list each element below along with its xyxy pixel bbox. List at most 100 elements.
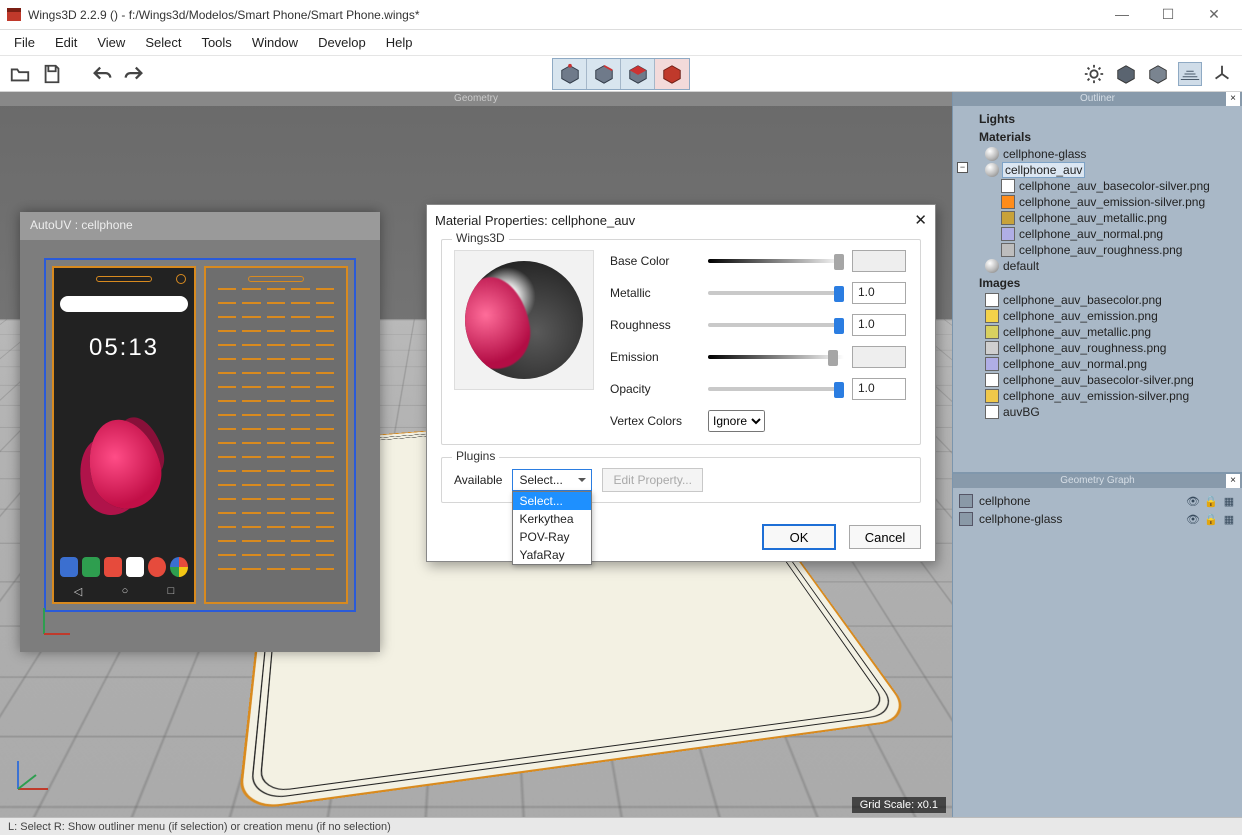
shade-smooth-icon[interactable] <box>1146 62 1170 86</box>
wire-icon[interactable]: ▦ <box>1222 512 1236 526</box>
autouv-title[interactable]: AutoUV : cellphone <box>20 212 380 240</box>
material-item-selected[interactable]: cellphone_auv <box>959 162 1236 178</box>
roughness-value[interactable]: 1.0 <box>852 314 906 336</box>
image-item[interactable]: auvBG <box>959 404 1236 420</box>
preferences-icon[interactable] <box>1082 62 1106 86</box>
geograph-item[interactable]: cellphone 👁 🔒 ▦ <box>959 492 1236 510</box>
select-face-button[interactable] <box>621 59 655 89</box>
image-item[interactable]: cellphone_auv_basecolor-silver.png <box>959 372 1236 388</box>
window-title: Wings3D 2.2.9 () - f:/Wings3d/Modelos/Sm… <box>28 8 1108 22</box>
uv-axes-icon <box>38 604 74 640</box>
menu-tools[interactable]: Tools <box>191 32 241 53</box>
outliner-materials[interactable]: Materials <box>959 128 1236 146</box>
emission-slider[interactable] <box>708 349 844 365</box>
metallic-slider[interactable] <box>708 285 844 301</box>
cancel-button[interactable]: Cancel <box>849 525 921 549</box>
outliner-close-button[interactable]: × <box>1226 92 1240 106</box>
opacity-slider[interactable] <box>708 381 844 397</box>
uv-island-front: 05:13 ◁○□ <box>52 266 196 604</box>
base-color-swatch[interactable] <box>852 250 906 272</box>
eye-icon[interactable]: 👁 <box>1186 512 1200 526</box>
object-icon <box>959 512 973 526</box>
status-text: L: Select R: Show outliner menu (if sele… <box>8 821 391 833</box>
autouv-canvas[interactable]: 05:13 ◁○□ <box>20 240 380 652</box>
material-properties-dialog: Material Properties: cellphone_auv ✕ Win… <box>426 204 936 562</box>
geograph-body[interactable]: cellphone 👁 🔒 ▦ cellphone-glass 👁 🔒 ▦ <box>953 488 1242 817</box>
image-item[interactable]: cellphone_auv_emission-silver.png <box>959 388 1236 404</box>
material-item[interactable]: default <box>959 258 1236 274</box>
dialog-title: Material Properties: cellphone_auv <box>435 213 635 228</box>
texture-item[interactable]: cellphone_auv_metallic.png <box>959 210 1236 226</box>
vertex-colors-select[interactable]: Ignore <box>708 410 765 432</box>
plugin-combo[interactable]: Select... Select... Kerkythea POV-Ray Ya… <box>512 469 592 491</box>
edit-property-button: Edit Property... <box>602 468 702 492</box>
combo-option-select[interactable]: Select... <box>513 492 591 510</box>
redo-icon[interactable] <box>122 62 146 86</box>
material-item[interactable]: cellphone-glass <box>959 146 1236 162</box>
menu-edit[interactable]: Edit <box>45 32 87 53</box>
viewport-title: Geometry <box>0 92 952 106</box>
viewport[interactable]: Geometry Grid Scale: x0.1 AutoUV : cellp… <box>0 92 952 817</box>
menu-view[interactable]: View <box>87 32 135 53</box>
roughness-slider[interactable] <box>708 317 844 333</box>
axes-icon[interactable] <box>1210 62 1234 86</box>
outliner-lights[interactable]: Lights <box>959 110 1236 128</box>
outliner-images[interactable]: Images <box>959 274 1236 292</box>
opacity-value[interactable]: 1.0 <box>852 378 906 400</box>
geograph-item[interactable]: cellphone-glass 👁 🔒 ▦ <box>959 510 1236 528</box>
material-preview <box>454 250 594 390</box>
image-item[interactable]: cellphone_auv_roughness.png <box>959 340 1236 356</box>
base-color-slider[interactable] <box>708 253 844 269</box>
metallic-value[interactable]: 1.0 <box>852 282 906 304</box>
shade-flat-icon[interactable] <box>1114 62 1138 86</box>
vertex-colors-label: Vertex Colors <box>610 414 700 428</box>
texture-item[interactable]: cellphone_auv_emission-silver.png <box>959 194 1236 210</box>
open-icon[interactable] <box>8 62 32 86</box>
ground-plane-icon[interactable] <box>1178 62 1202 86</box>
texture-item[interactable]: cellphone_auv_roughness.png <box>959 242 1236 258</box>
maximize-button[interactable]: ☐ <box>1154 6 1182 23</box>
texture-item[interactable]: cellphone_auv_basecolor-silver.png <box>959 178 1236 194</box>
wire-icon[interactable]: ▦ <box>1222 494 1236 508</box>
select-body-button[interactable] <box>655 59 689 89</box>
minimize-button[interactable]: — <box>1108 6 1136 23</box>
image-item[interactable]: cellphone_auv_emission.png <box>959 308 1236 324</box>
menu-develop[interactable]: Develop <box>308 32 376 53</box>
menu-select[interactable]: Select <box>135 32 191 53</box>
dialog-close-button[interactable]: ✕ <box>914 211 927 229</box>
outliner-tree[interactable]: Lights − Materials cellphone-glass − cel… <box>953 106 1242 472</box>
uv-island-back <box>204 266 348 604</box>
lock-icon[interactable]: 🔒 <box>1204 494 1218 508</box>
screen-time: 05:13 <box>54 334 194 362</box>
emission-label: Emission <box>610 350 700 364</box>
lock-icon[interactable]: 🔒 <box>1204 512 1218 526</box>
save-icon[interactable] <box>40 62 64 86</box>
geograph-title: Geometry Graph × <box>953 474 1242 488</box>
toolbar <box>0 56 1242 92</box>
axis-gizmo-icon <box>8 753 54 799</box>
geograph-close-button[interactable]: × <box>1226 474 1240 488</box>
combo-option-yafaray[interactable]: YafaRay <box>513 546 591 564</box>
app-icon <box>6 7 22 23</box>
image-item[interactable]: cellphone_auv_normal.png <box>959 356 1236 372</box>
combo-option-povray[interactable]: POV-Ray <box>513 528 591 546</box>
undo-icon[interactable] <box>90 62 114 86</box>
image-item[interactable]: cellphone_auv_basecolor.png <box>959 292 1236 308</box>
select-vertex-button[interactable] <box>553 59 587 89</box>
eye-icon[interactable]: 👁 <box>1186 494 1200 508</box>
menu-help[interactable]: Help <box>376 32 423 53</box>
combo-option-kerkythea[interactable]: Kerkythea <box>513 510 591 528</box>
close-window-button[interactable]: ✕ <box>1200 6 1228 23</box>
available-label: Available <box>454 473 502 487</box>
image-item[interactable]: cellphone_auv_metallic.png <box>959 324 1236 340</box>
menu-file[interactable]: File <box>4 32 45 53</box>
texture-item[interactable]: cellphone_auv_normal.png <box>959 226 1236 242</box>
emission-swatch[interactable] <box>852 346 906 368</box>
menu-window[interactable]: Window <box>242 32 308 53</box>
ok-button[interactable]: OK <box>763 525 835 549</box>
roughness-label: Roughness <box>610 318 700 332</box>
object-icon <box>959 494 973 508</box>
autouv-window[interactable]: AutoUV : cellphone 05:13 ◁ <box>20 212 380 652</box>
select-edge-button[interactable] <box>587 59 621 89</box>
expand-icon[interactable]: − <box>957 162 968 173</box>
